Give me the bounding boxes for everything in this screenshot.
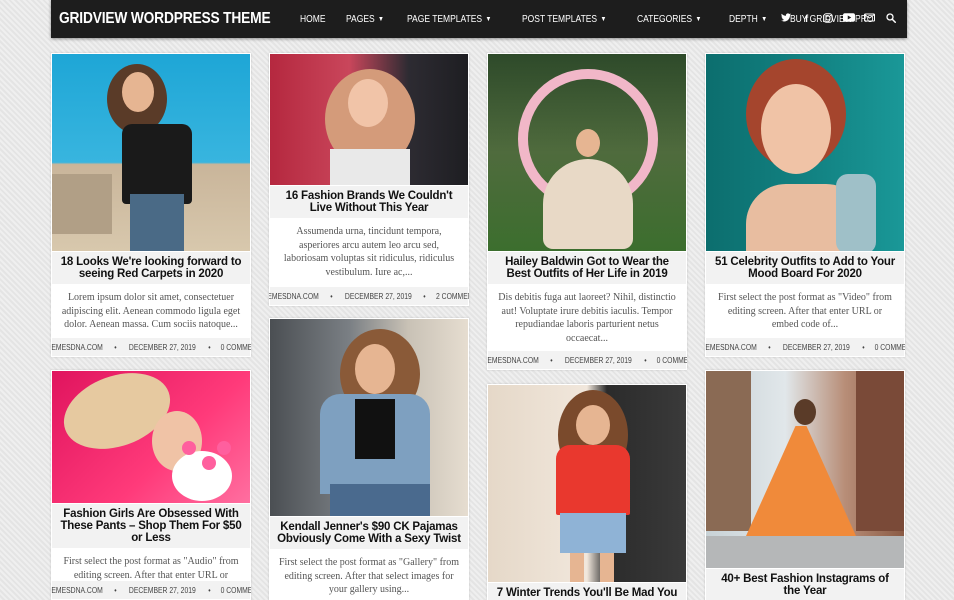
post-date[interactable]: DECEMBER 27, 2019 [783,343,850,352]
post-comments[interactable]: 0 COMMENT [656,356,687,365]
post-date[interactable]: DECEMBER 27, 2019 [344,292,411,301]
site-header: GRIDVIEW WORDPRESS THEME HOME PAGES ▼ PAG… [51,0,907,38]
post-card[interactable]: Kendall Jenner's $90 CK Pajamas Obviousl… [269,318,469,600]
nav-item-label: PAGE TEMPLATES [406,13,482,25]
post-excerpt: First select the post format as "Video" … [718,292,892,331]
post-card[interactable]: 40+ Best Fashion Instagrams of the Year [705,370,905,600]
nav-item-pages[interactable]: PAGES ▼ [346,14,384,25]
post-comments[interactable]: 0 COMMENT [220,586,251,595]
post-meta: THEMESDNA.COM• DECEMBER 27, 2019• 0 COMM… [487,351,687,369]
post-author[interactable]: THEMESDNA.COM [51,343,103,352]
post-title[interactable]: Kendall Jenner's $90 CK Pajamas Obviousl… [270,517,468,549]
post-excerpt: First select the post format as "Gallery… [278,557,460,596]
post-date[interactable]: DECEMBER 27, 2019 [129,343,196,352]
post-thumbnail[interactable] [270,319,468,516]
instagram-icon[interactable] [821,12,834,26]
facebook-icon[interactable]: f [800,14,813,25]
post-thumbnail[interactable] [270,54,468,185]
post-excerpt: Dis debitis fuga aut laoreet? Nihil, dis… [498,292,676,344]
chevron-down-icon: ▼ [378,15,384,23]
post-title[interactable]: Fashion Girls Are Obsessed With These Pa… [52,504,250,548]
post-title[interactable]: 51 Celebrity Outfits to Add to Your Mood… [706,252,904,284]
post-thumbnail[interactable] [488,54,686,251]
chevron-down-icon: ▼ [695,15,702,23]
nav-item-label: CATEGORIES [637,13,693,25]
post-thumbnail[interactable] [488,385,686,582]
twitter-icon[interactable] [779,13,792,25]
post-author[interactable]: THEMESDNA.COM [487,356,539,365]
nav-item-label: POST TEMPLATES [521,13,598,25]
post-excerpt: Assumenda urna, tincidunt tempora, asper… [283,226,455,278]
post-comments[interactable]: 2 COMMENTS [436,292,469,301]
post-author[interactable]: THEMESDNA.COM [51,586,103,595]
post-thumbnail[interactable] [52,54,250,251]
nav-item-label: DEPTH [729,13,758,25]
site-title[interactable]: GRIDVIEW WORDPRESS THEME [59,10,271,28]
post-comments[interactable]: 0 COMMENT [874,343,905,352]
post-thumbnail[interactable] [706,371,904,568]
post-thumbnail[interactable] [52,371,250,503]
nav-item-post-templates[interactable]: POST TEMPLATES ▼ [522,14,606,25]
post-card[interactable]: Fashion Girls Are Obsessed With These Pa… [51,370,251,600]
post-thumbnail[interactable] [706,54,904,251]
post-date[interactable]: DECEMBER 27, 2019 [129,586,196,595]
post-meta: THEMESDNA.COM• DECEMBER 27, 2019• 0 COMM… [51,581,251,599]
post-title[interactable]: 40+ Best Fashion Instagrams of the Year [706,569,904,600]
nav-item-home[interactable]: HOME [300,14,326,25]
post-excerpt: Lorem ipsum dolor sit amet, consectetuer… [61,292,241,331]
chevron-down-icon: ▼ [761,15,768,23]
post-date[interactable]: DECEMBER 27, 2019 [565,356,632,365]
post-card[interactable]: 18 Looks We're looking forward to seeing… [51,53,251,357]
nav-item-page-templates[interactable]: PAGE TEMPLATES ▼ [407,14,491,25]
search-icon[interactable] [884,12,897,26]
post-title[interactable]: Hailey Baldwin Got to Wear the Best Outf… [488,252,686,284]
post-meta: THEMESDNA.COM• DECEMBER 27, 2019• 2 COMM… [269,287,469,305]
post-title[interactable]: 16 Fashion Brands We Couldn't Live Witho… [270,186,468,218]
post-author[interactable]: THEMESDNA.COM [705,343,757,352]
post-author[interactable]: THEMESDNA.COM [269,292,318,301]
post-meta: THEMESDNA.COM• DECEMBER 27, 2019• 0 COMM… [705,338,905,356]
post-card[interactable]: Hailey Baldwin Got to Wear the Best Outf… [487,53,687,370]
nav-item-categories[interactable]: CATEGORIES ▼ [637,14,701,25]
chevron-down-icon: ▼ [600,15,607,23]
post-title[interactable]: 18 Looks We're looking forward to seeing… [52,252,250,284]
post-comments[interactable]: 0 COMMENT [220,343,251,352]
nav-item-label: PAGES [346,13,375,25]
youtube-icon[interactable] [842,13,855,25]
post-meta: THEMESDNA.COM• DECEMBER 27, 2019• 0 COMM… [51,338,251,356]
post-card[interactable]: 7 Winter Trends You'll Be Mad You [487,384,687,600]
chevron-down-icon: ▼ [485,15,492,23]
post-card[interactable]: 16 Fashion Brands We Couldn't Live Witho… [269,53,469,306]
envelope-icon[interactable] [863,13,876,25]
nav-item-label: HOME [300,13,326,25]
social-icons: f [779,0,897,38]
nav-item-depth[interactable]: DEPTH ▼ [729,14,767,25]
post-card[interactable]: 51 Celebrity Outfits to Add to Your Mood… [705,53,905,357]
post-title[interactable]: 7 Winter Trends You'll Be Mad You [488,583,686,600]
